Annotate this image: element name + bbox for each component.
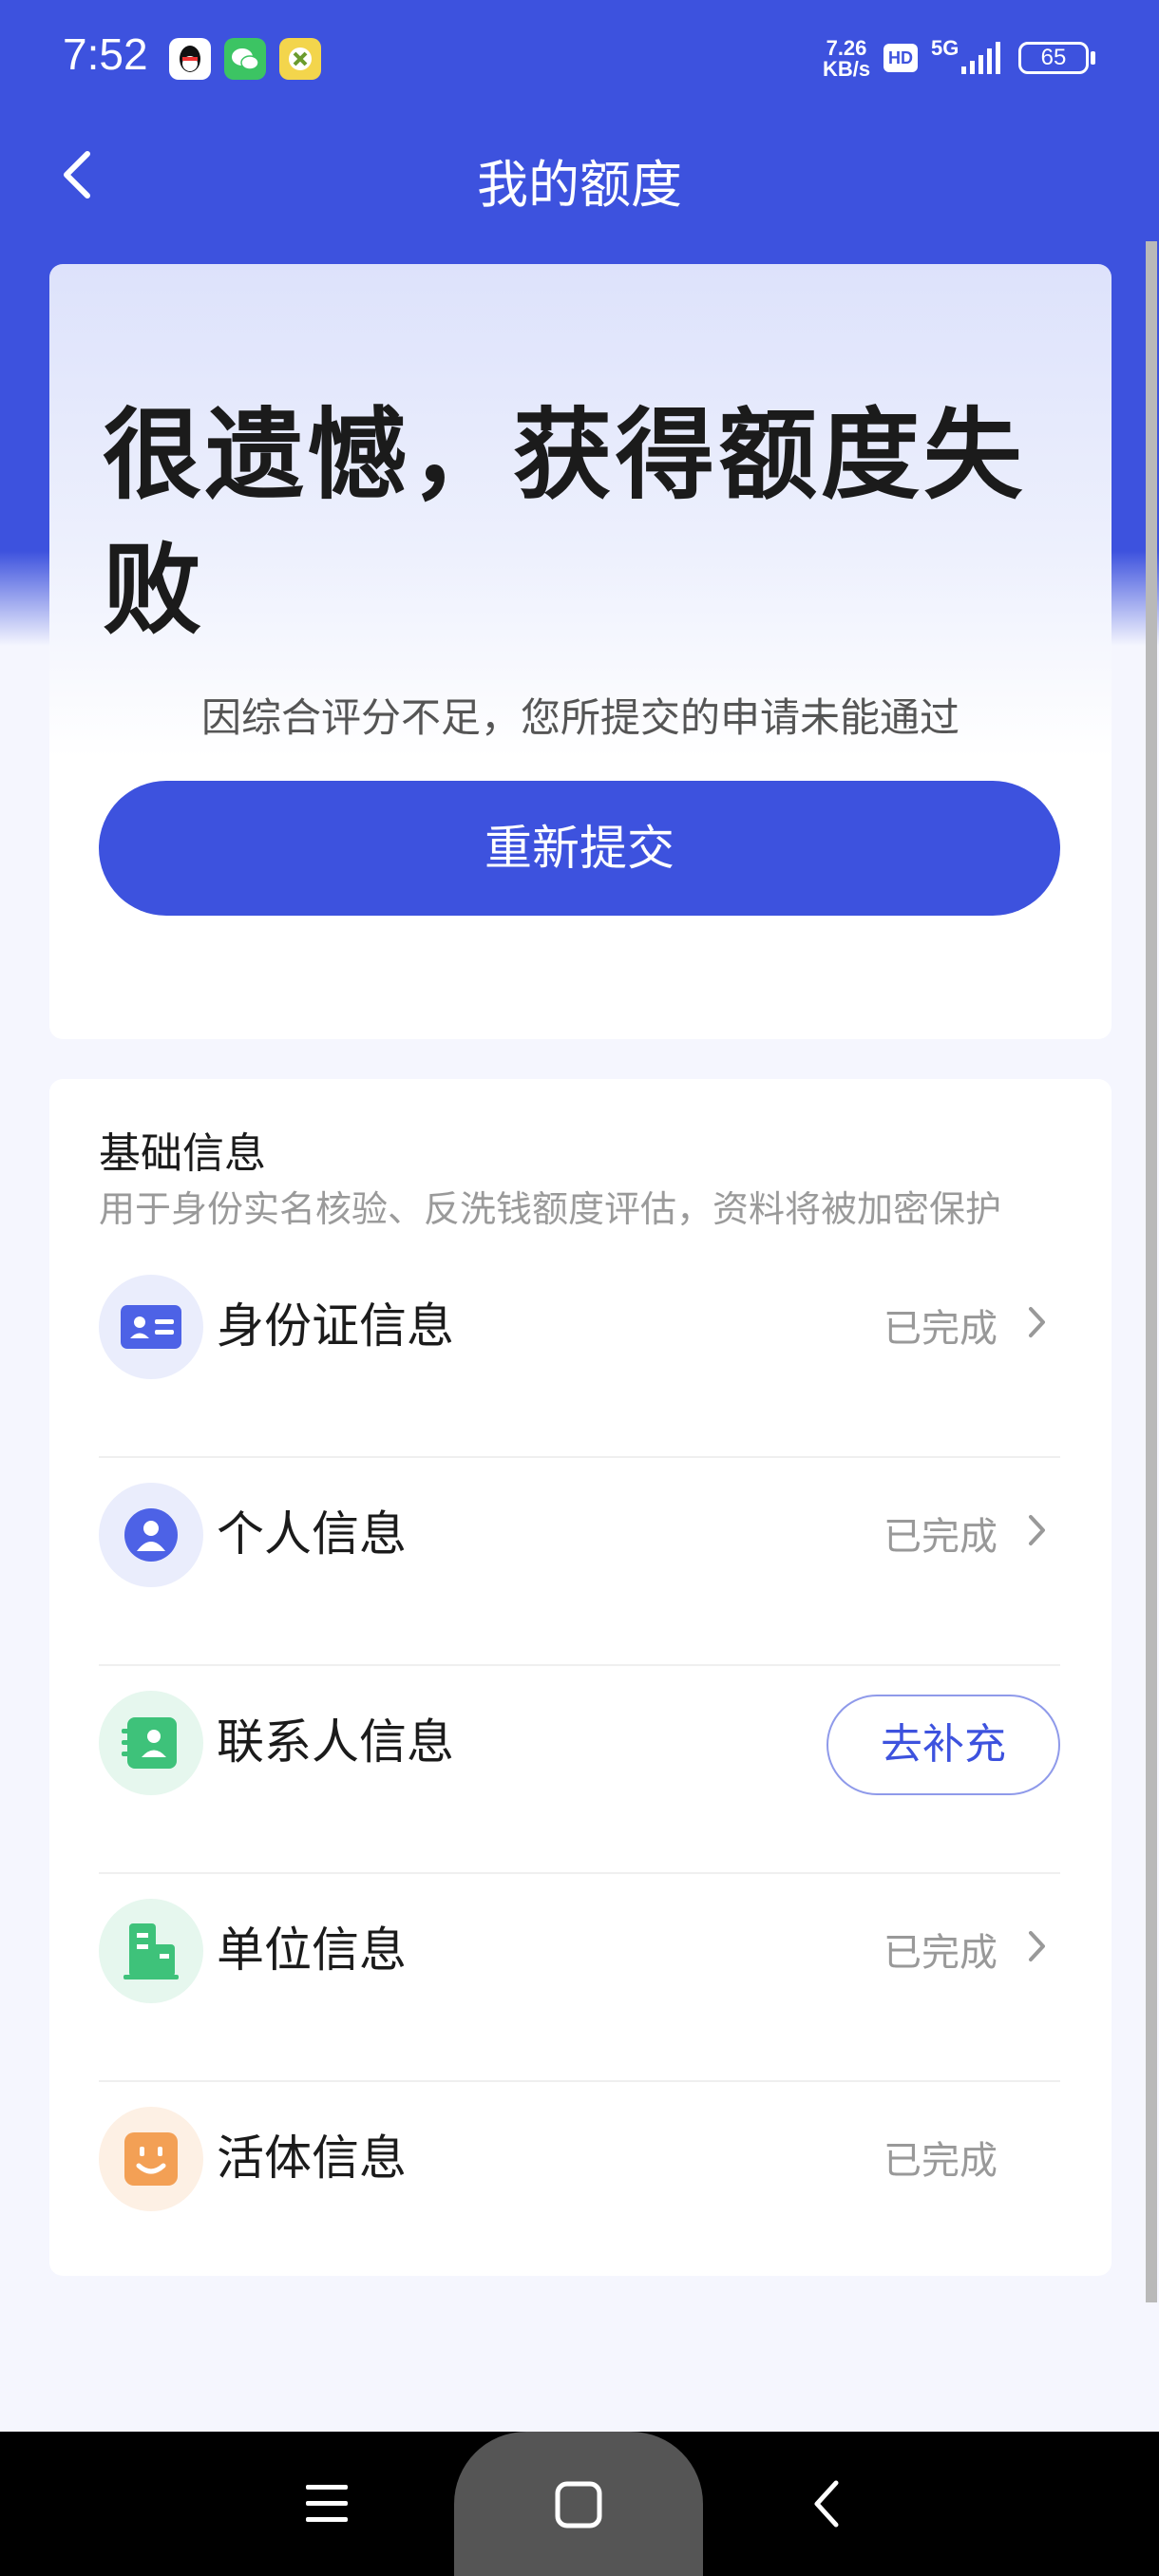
wechat-icon (224, 38, 266, 80)
hd-badge: HD (884, 44, 918, 72)
system-nav-bar (0, 2432, 1159, 2576)
info-row-personal[interactable]: 个人信息 已完成 (99, 1458, 1060, 1666)
building-icon (99, 1899, 203, 2003)
row-status: 已完成 (884, 1931, 998, 1975)
battery-level: 65 (1040, 45, 1067, 70)
scrollbar[interactable] (1146, 241, 1157, 2302)
row-label: 身份证信息 (217, 1298, 454, 1354)
supplement-button[interactable]: 去补充 (826, 1695, 1060, 1795)
game-icon (279, 38, 321, 80)
status-time: 7:52 (63, 29, 148, 79)
section-subtitle: 用于身份实名核验、反洗钱额度评估，资料将被加密保护 (99, 1188, 1002, 1230)
row-status: 已完成 (884, 2139, 998, 2183)
info-row-company[interactable]: 单位信息 已完成 (99, 1874, 1060, 2082)
page-title: 我的额度 (477, 155, 682, 215)
basic-info-card: 基础信息 用于身份实名核验、反洗钱额度评估，资料将被加密保护 身份证信息 已完成 (49, 1079, 1112, 2276)
menu-icon[interactable] (304, 2481, 352, 2527)
resubmit-button[interactable]: 重新提交 (99, 781, 1060, 916)
home-button[interactable] (454, 2432, 703, 2576)
row-label: 个人信息 (217, 1506, 407, 1562)
result-title: 很遗憾，获得额度失败 (103, 397, 1027, 648)
net-speed: 7.26 KB/s (817, 38, 876, 80)
row-status: 已完成 (884, 1515, 998, 1559)
result-card: 很遗憾，获得额度失败 因综合评分不足，您所提交的申请未能通过 重新提交 (49, 264, 1112, 1039)
net-speed-unit: KB/s (822, 57, 871, 81)
chevron-right-icon (1029, 1515, 1045, 1545)
contact-icon (99, 1691, 203, 1795)
square-icon (555, 2481, 602, 2529)
result-description: 因综合评分不足，您所提交的申请未能通过 (200, 694, 960, 741)
person-icon (99, 1483, 203, 1587)
battery-tip (1091, 51, 1095, 65)
qq-icon (169, 38, 211, 80)
signal-icon (960, 42, 1003, 80)
chevron-right-icon (1029, 1931, 1045, 1961)
row-label: 活体信息 (217, 2131, 407, 2186)
info-row-liveness[interactable]: 活体信息 已完成 (99, 2082, 1060, 2290)
face-icon (99, 2107, 203, 2211)
net-speed-value: 7.26 (826, 36, 867, 60)
status-bar: 7:52 7.26 KB/s HD 5G 65 (0, 0, 1159, 123)
row-label: 联系人信息 (217, 1714, 454, 1770)
network-type: 5G (931, 36, 960, 60)
section-title: 基础信息 (99, 1129, 266, 1178)
chevron-right-icon (1029, 1307, 1045, 1337)
id-card-icon (99, 1275, 203, 1379)
row-label: 单位信息 (217, 1923, 407, 1978)
row-status: 已完成 (884, 1307, 998, 1351)
back-triangle-icon[interactable] (808, 2477, 846, 2530)
info-row-id-card[interactable]: 身份证信息 已完成 (99, 1250, 1060, 1458)
info-row-contacts[interactable]: 联系人信息 去补充 (99, 1666, 1060, 1874)
